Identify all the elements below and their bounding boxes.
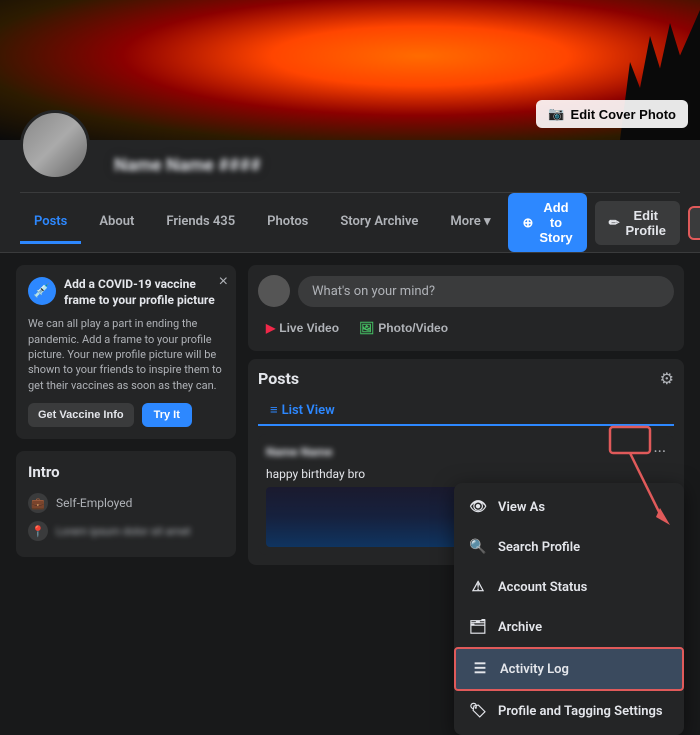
list-view-tab[interactable]: ≡ List View (258, 396, 674, 426)
blurred-intro-text: Lorem ipsum dolor sit amet (56, 525, 191, 538)
post-options-button[interactable]: ··· (653, 442, 666, 461)
filter-icon: ⚙ (660, 369, 674, 388)
eye-icon: 👁 (468, 497, 488, 517)
archive-icon: 🗂 (468, 617, 488, 637)
post-composer: What's on your mind? ▶ Live Video 🖼 Phot… (248, 265, 684, 351)
nav-tabs: Posts About Friends 435 Photos Story Arc… (20, 192, 680, 252)
avatar (20, 110, 90, 180)
post-text: happy birthday bro (266, 467, 666, 481)
posts-title: Posts (258, 369, 299, 388)
vaccine-close-button[interactable]: × (219, 273, 228, 291)
tab-story-archive[interactable]: Story Archive (326, 202, 432, 244)
photo-icon: 🖼 (359, 321, 374, 335)
photo-video-button[interactable]: 🖼 Photo/Video (351, 315, 456, 341)
dropdown-search-profile[interactable]: 🔍 Search Profile (454, 527, 684, 567)
search-icon: 🔍 (468, 537, 488, 557)
dropdown-profile-tagging[interactable]: 🏷 Profile and Tagging Settings (454, 691, 684, 731)
post-composer-avatar (258, 275, 290, 307)
dropdown-activity-log[interactable]: ☰ Activity Log (454, 647, 684, 691)
profile-name: Name Name #### (114, 155, 680, 176)
vaccine-card: × 💉 Add a COVID-19 vaccine frame to your… (16, 265, 236, 439)
intro-employment: 💼 Self-Employed (28, 489, 224, 517)
dropdown-account-status[interactable]: ⚠ Account Status (454, 567, 684, 607)
tab-posts[interactable]: Posts (20, 202, 81, 244)
add-to-story-button[interactable]: ⊕ Add to Story (508, 193, 586, 252)
tab-friends[interactable]: Friends 435 (152, 202, 249, 244)
edit-cover-photo-button[interactable]: 📷 Edit Cover Photo (536, 100, 688, 128)
vaccine-card-actions: Get Vaccine Info Try It (28, 403, 224, 427)
tagging-icon: 🏷 (468, 701, 488, 721)
intro-blurred-item: 📍 Lorem ipsum dolor sit amet (28, 517, 224, 545)
location-icon: 📍 (28, 521, 48, 541)
tab-more[interactable]: More ▾ (436, 202, 504, 244)
briefcase-icon: 💼 (28, 493, 48, 513)
post-item-header: Name Name ··· (266, 442, 666, 461)
tab-about[interactable]: About (85, 202, 148, 244)
edit-profile-button[interactable]: ✏ Edit Profile (595, 201, 680, 245)
cover-photo: 📷 Edit Cover Photo (0, 0, 700, 140)
live-icon: ▶ (266, 321, 275, 335)
vaccine-icon: 💉 (28, 277, 56, 305)
camera-icon: 📷 (548, 106, 564, 122)
vaccine-card-title: Add a COVID-19 vaccine frame to your pro… (64, 277, 224, 308)
right-content: What's on your mind? ▶ Live Video 🖼 Phot… (248, 265, 684, 487)
left-sidebar: × 💉 Add a COVID-19 vaccine frame to your… (16, 265, 236, 487)
list-icon: ≡ (270, 402, 278, 418)
vaccine-card-body: We can all play a part in ending the pan… (28, 316, 224, 393)
employment-label: Self-Employed (56, 496, 132, 510)
post-author-name: Name Name (266, 445, 333, 459)
post-input[interactable]: What's on your mind? (298, 276, 674, 307)
main-content: × 💉 Add a COVID-19 vaccine frame to your… (0, 253, 700, 499)
live-video-button[interactable]: ▶ Live Video (258, 315, 347, 341)
profile-top: Name Name #### (20, 140, 680, 192)
pencil-icon: ✏ (609, 215, 620, 231)
nav-actions: ⊕ Add to Story ✏ Edit Profile ··· (508, 193, 700, 252)
get-vaccine-info-button[interactable]: Get Vaccine Info (28, 403, 134, 427)
post-input-row: What's on your mind? (258, 275, 674, 307)
plus-icon: ⊕ (522, 215, 533, 231)
vaccine-card-header: 💉 Add a COVID-19 vaccine frame to your p… (28, 277, 224, 308)
posts-header: Posts ⚙ (258, 369, 674, 388)
post-actions-row: ▶ Live Video 🖼 Photo/Video (258, 315, 674, 341)
dropdown-archive[interactable]: 🗂 Archive (454, 607, 684, 647)
intro-section: Intro 💼 Self-Employed 📍 Lorem ipsum dolo… (16, 451, 236, 557)
more-options-button[interactable]: ··· (688, 206, 700, 240)
intro-title: Intro (28, 463, 224, 481)
try-it-button[interactable]: Try It (142, 403, 192, 427)
activity-log-icon: ☰ (470, 659, 490, 679)
warning-icon: ⚠ (468, 577, 488, 597)
dropdown-view-as[interactable]: 👁 View As (454, 487, 684, 527)
dropdown-menu: 👁 View As 🔍 Search Profile ⚠ Account Sta… (454, 483, 684, 735)
tab-photos[interactable]: Photos (253, 202, 322, 244)
profile-section: Name Name #### Posts About Friends 435 P… (0, 140, 700, 253)
